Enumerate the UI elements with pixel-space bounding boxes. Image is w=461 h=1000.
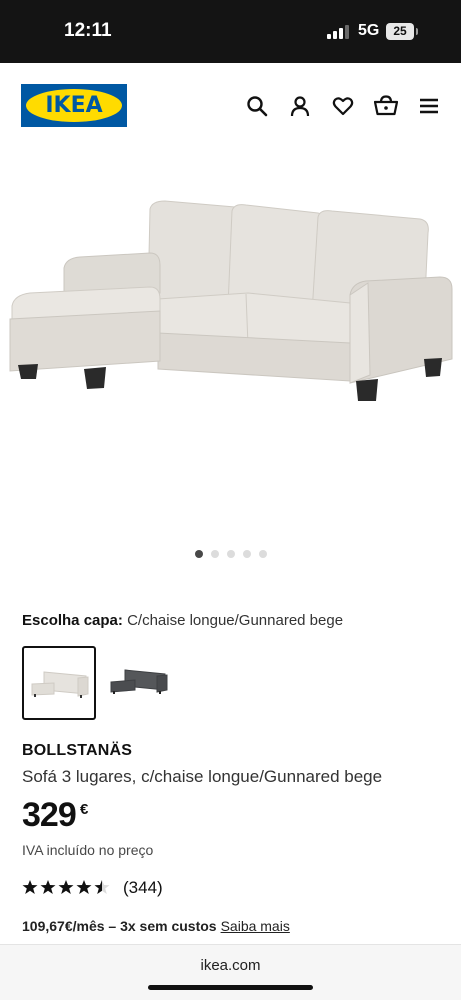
- account-icon[interactable]: [289, 95, 311, 117]
- learn-more-link[interactable]: Saiba mais: [221, 918, 290, 934]
- gallery-dot[interactable]: [226, 550, 235, 558]
- product-description: Sofá 3 lugares, c/chaise longue/Gunnared…: [22, 767, 383, 786]
- menu-icon[interactable]: [418, 95, 440, 117]
- installment-info: 109,67€/mês – 3x sem custos Saiba mais: [22, 918, 290, 934]
- variant-value: C/chaise longue/Gunnared bege: [127, 612, 344, 629]
- beige-sofa-thumbnail: [31, 671, 89, 698]
- gallery-dot[interactable]: [194, 550, 203, 558]
- status-time: 12:11: [64, 20, 112, 41]
- star-half-icon: [94, 880, 110, 894]
- price: 329: [22, 796, 77, 834]
- review-count[interactable]: (344): [123, 878, 163, 898]
- url-label[interactable]: ikea.com: [0, 957, 461, 974]
- battery-icon: 25: [386, 23, 414, 40]
- cart-icon[interactable]: [374, 95, 398, 117]
- dark-grey-sofa-thumbnail: [110, 669, 168, 694]
- logo-text: IKEA: [45, 93, 103, 118]
- site-header: IKEA: [0, 63, 461, 143]
- variant-label: Escolha capa:: [22, 612, 123, 629]
- dark-grey-sofa-variant[interactable]: [103, 646, 177, 720]
- star-full-icon: [76, 880, 92, 894]
- battery-tip: [416, 28, 418, 35]
- product-image[interactable]: [0, 143, 461, 473]
- star-full-icon: [22, 880, 38, 894]
- star-full-icon: [58, 880, 74, 894]
- variant-selection: Escolha capa: C/chaise longue/Gunnared b…: [22, 612, 343, 629]
- star-full-icon: [40, 880, 56, 894]
- gallery-dot[interactable]: [242, 550, 251, 558]
- gallery-dot[interactable]: [258, 550, 267, 558]
- beige-sofa-variant[interactable]: [22, 646, 96, 720]
- ikea-logo[interactable]: IKEA: [21, 84, 127, 127]
- home-indicator[interactable]: [148, 985, 313, 990]
- product-name[interactable]: BOLLSTANÄS: [22, 742, 132, 760]
- status-bar: 12:11 5G 25: [0, 0, 461, 63]
- vat-note: IVA incluído no preço: [22, 842, 154, 858]
- rating-stars[interactable]: [22, 879, 112, 897]
- heart-icon[interactable]: [332, 95, 354, 117]
- sofa-illustration: [9, 200, 453, 401]
- gallery-dot[interactable]: [210, 550, 219, 558]
- search-icon[interactable]: [246, 95, 268, 117]
- network-label: 5G: [358, 22, 380, 39]
- price-currency: €: [80, 801, 89, 818]
- gallery-dots: [0, 545, 461, 558]
- signal-icon: [327, 25, 349, 39]
- installment-text: 109,67€/mês – 3x sem custos: [22, 918, 217, 934]
- browser-bar: ikea.com: [0, 944, 461, 1000]
